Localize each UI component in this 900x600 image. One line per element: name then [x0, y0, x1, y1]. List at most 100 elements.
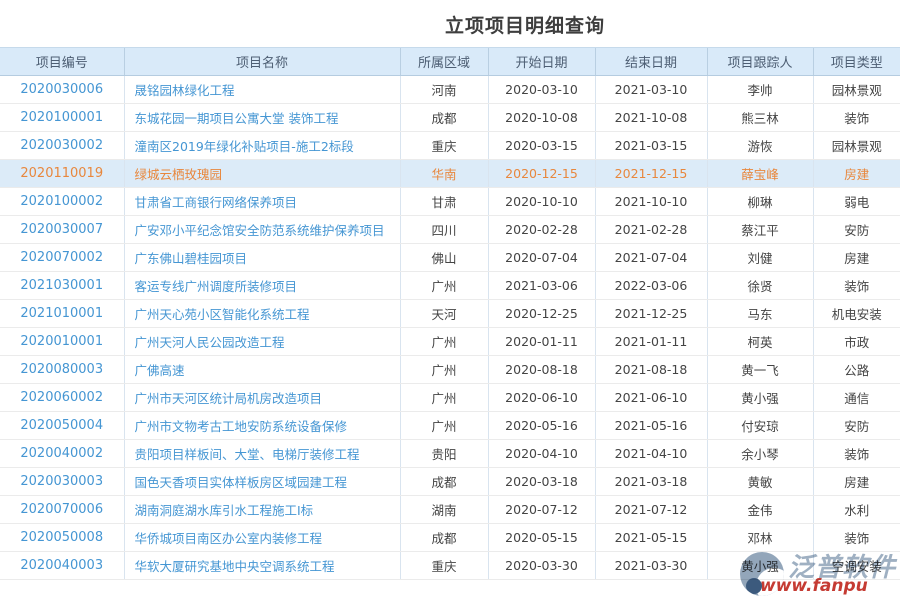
tracker-cell: 柯英 — [707, 328, 813, 356]
table-row[interactable]: 2020030007 广安邓小平纪念馆安全防范系统维护保养项目 四川 2020-… — [0, 216, 900, 244]
table-row[interactable]: 2020030002 潼南区2019年绿化补贴项目-施工2标段 重庆 2020-… — [0, 132, 900, 160]
project-code-link[interactable]: 2020060002 — [0, 384, 124, 412]
projects-table: 项目编号 项目名称 所属区域 开始日期 结束日期 项目跟踪人 项目类型 2020… — [0, 47, 900, 580]
table-row[interactable]: 2020050004 广州市文物考古工地安防系统设备保修 广州 2020-05-… — [0, 412, 900, 440]
project-code-link[interactable]: 2020030007 — [0, 216, 124, 244]
table-row[interactable]: 2020030006 晟铭园林绿化工程 河南 2020-03-10 2021-0… — [0, 76, 900, 104]
project-name-link[interactable]: 甘肃省工商银行网络保养项目 — [124, 188, 400, 216]
project-name-link[interactable]: 广佛高速 — [124, 356, 400, 384]
project-code-link[interactable]: 2020040003 — [0, 552, 124, 580]
project-code-link[interactable]: 2020050004 — [0, 412, 124, 440]
tracker-cell: 蔡江平 — [707, 216, 813, 244]
header-start-date: 开始日期 — [488, 48, 595, 76]
table-row[interactable]: 2020050008 华侨城项目南区办公室内装修工程 成都 2020-05-15… — [0, 524, 900, 552]
end-date-cell: 2021-10-08 — [595, 104, 707, 132]
type-cell: 空调安装 — [813, 552, 900, 580]
project-name-link[interactable]: 国色天香项目实体样板房区域园建工程 — [124, 468, 400, 496]
table-row[interactable]: 2020060002 广州市天河区统计局机房改造项目 广州 2020-06-10… — [0, 384, 900, 412]
tracker-cell: 游恢 — [707, 132, 813, 160]
table-row[interactable]: 2020070006 湖南洞庭湖水库引水工程施工I标 湖南 2020-07-12… — [0, 496, 900, 524]
header-tracker: 项目跟踪人 — [707, 48, 813, 76]
project-name-link[interactable]: 广州天河人民公园改造工程 — [124, 328, 400, 356]
table-row[interactable]: 2020040003 华软大厦研究基地中央空调系统工程 重庆 2020-03-3… — [0, 552, 900, 580]
project-name-link[interactable]: 贵阳项目样板间、大堂、电梯厅装修工程 — [124, 440, 400, 468]
type-cell: 水利 — [813, 496, 900, 524]
table-row[interactable]: 2020110019 绿城云栖玫瑰园 华南 2020-12-15 2021-12… — [0, 160, 900, 188]
project-code-link[interactable]: 2020040002 — [0, 440, 124, 468]
project-code-link[interactable]: 2021010001 — [0, 300, 124, 328]
tracker-cell: 柳琳 — [707, 188, 813, 216]
project-name-link[interactable]: 湖南洞庭湖水库引水工程施工I标 — [124, 496, 400, 524]
project-code-link[interactable]: 2020100002 — [0, 188, 124, 216]
project-name-link[interactable]: 晟铭园林绿化工程 — [124, 76, 400, 104]
region-cell: 湖南 — [400, 496, 488, 524]
project-code-link[interactable]: 2020070002 — [0, 244, 124, 272]
end-date-cell: 2021-05-16 — [595, 412, 707, 440]
project-code-link[interactable]: 2020030006 — [0, 76, 124, 104]
project-code-link[interactable]: 2020030003 — [0, 468, 124, 496]
type-cell: 通信 — [813, 384, 900, 412]
project-name-link[interactable]: 广州市文物考古工地安防系统设备保修 — [124, 412, 400, 440]
project-detail-query-page: 立项项目明细查询 项目编号 项目名称 所属区域 开始日期 结束日期 项目跟踪人 … — [0, 0, 900, 600]
table-row[interactable]: 2020010001 广州天河人民公园改造工程 广州 2020-01-11 20… — [0, 328, 900, 356]
project-name-link[interactable]: 广州市天河区统计局机房改造项目 — [124, 384, 400, 412]
table-row[interactable]: 2020030003 国色天香项目实体样板房区域园建工程 成都 2020-03-… — [0, 468, 900, 496]
start-date-cell: 2020-08-18 — [488, 356, 595, 384]
start-date-cell: 2021-03-06 — [488, 272, 595, 300]
table-row[interactable]: 2020080003 广佛高速 广州 2020-08-18 2021-08-18… — [0, 356, 900, 384]
start-date-cell: 2020-01-11 — [488, 328, 595, 356]
region-cell: 华南 — [400, 160, 488, 188]
project-code-link[interactable]: 2020100001 — [0, 104, 124, 132]
start-date-cell: 2020-12-25 — [488, 300, 595, 328]
region-cell: 广州 — [400, 356, 488, 384]
project-code-link[interactable]: 2020080003 — [0, 356, 124, 384]
table-row[interactable]: 2020040002 贵阳项目样板间、大堂、电梯厅装修工程 贵阳 2020-04… — [0, 440, 900, 468]
region-cell: 成都 — [400, 468, 488, 496]
project-name-link[interactable]: 客运专线广州调度所装修项目 — [124, 272, 400, 300]
project-code-link[interactable]: 2020010001 — [0, 328, 124, 356]
type-cell: 房建 — [813, 468, 900, 496]
type-cell: 装饰 — [813, 440, 900, 468]
region-cell: 贵阳 — [400, 440, 488, 468]
project-code-link[interactable]: 2020030002 — [0, 132, 124, 160]
title-bar: 立项项目明细查询 — [0, 0, 900, 47]
project-name-link[interactable]: 广东佛山碧桂园项目 — [124, 244, 400, 272]
type-cell: 园林景观 — [813, 76, 900, 104]
type-cell: 房建 — [813, 160, 900, 188]
table-row[interactable]: 2020070002 广东佛山碧桂园项目 佛山 2020-07-04 2021-… — [0, 244, 900, 272]
region-cell: 广州 — [400, 384, 488, 412]
table-body: 2020030006 晟铭园林绿化工程 河南 2020-03-10 2021-0… — [0, 76, 900, 580]
type-cell: 园林景观 — [813, 132, 900, 160]
project-name-link[interactable]: 广安邓小平纪念馆安全防范系统维护保养项目 — [124, 216, 400, 244]
start-date-cell: 2020-03-30 — [488, 552, 595, 580]
start-date-cell: 2020-10-08 — [488, 104, 595, 132]
start-date-cell: 2020-05-16 — [488, 412, 595, 440]
project-code-link[interactable]: 2020050008 — [0, 524, 124, 552]
region-cell: 河南 — [400, 76, 488, 104]
table-row[interactable]: 2021030001 客运专线广州调度所装修项目 广州 2021-03-06 2… — [0, 272, 900, 300]
header-project-name: 项目名称 — [124, 48, 400, 76]
table-row[interactable]: 2021010001 广州天心苑小区智能化系统工程 天河 2020-12-25 … — [0, 300, 900, 328]
table-row[interactable]: 2020100001 东城花园一期项目公寓大堂 装饰工程 成都 2020-10-… — [0, 104, 900, 132]
project-name-link[interactable]: 绿城云栖玫瑰园 — [124, 160, 400, 188]
project-name-link[interactable]: 华侨城项目南区办公室内装修工程 — [124, 524, 400, 552]
project-code-link[interactable]: 2020110019 — [0, 160, 124, 188]
type-cell: 市政 — [813, 328, 900, 356]
project-code-link[interactable]: 2021030001 — [0, 272, 124, 300]
start-date-cell: 2020-05-15 — [488, 524, 595, 552]
project-code-link[interactable]: 2020070006 — [0, 496, 124, 524]
end-date-cell: 2021-04-10 — [595, 440, 707, 468]
tracker-cell: 金伟 — [707, 496, 813, 524]
start-date-cell: 2020-12-15 — [488, 160, 595, 188]
table-row[interactable]: 2020100002 甘肃省工商银行网络保养项目 甘肃 2020-10-10 2… — [0, 188, 900, 216]
project-name-link[interactable]: 东城花园一期项目公寓大堂 装饰工程 — [124, 104, 400, 132]
region-cell: 佛山 — [400, 244, 488, 272]
start-date-cell: 2020-10-10 — [488, 188, 595, 216]
project-name-link[interactable]: 广州天心苑小区智能化系统工程 — [124, 300, 400, 328]
end-date-cell: 2022-03-06 — [595, 272, 707, 300]
region-cell: 天河 — [400, 300, 488, 328]
project-name-link[interactable]: 潼南区2019年绿化补贴项目-施工2标段 — [124, 132, 400, 160]
tracker-cell: 刘健 — [707, 244, 813, 272]
header-row: 项目编号 项目名称 所属区域 开始日期 结束日期 项目跟踪人 项目类型 — [0, 48, 900, 76]
project-name-link[interactable]: 华软大厦研究基地中央空调系统工程 — [124, 552, 400, 580]
